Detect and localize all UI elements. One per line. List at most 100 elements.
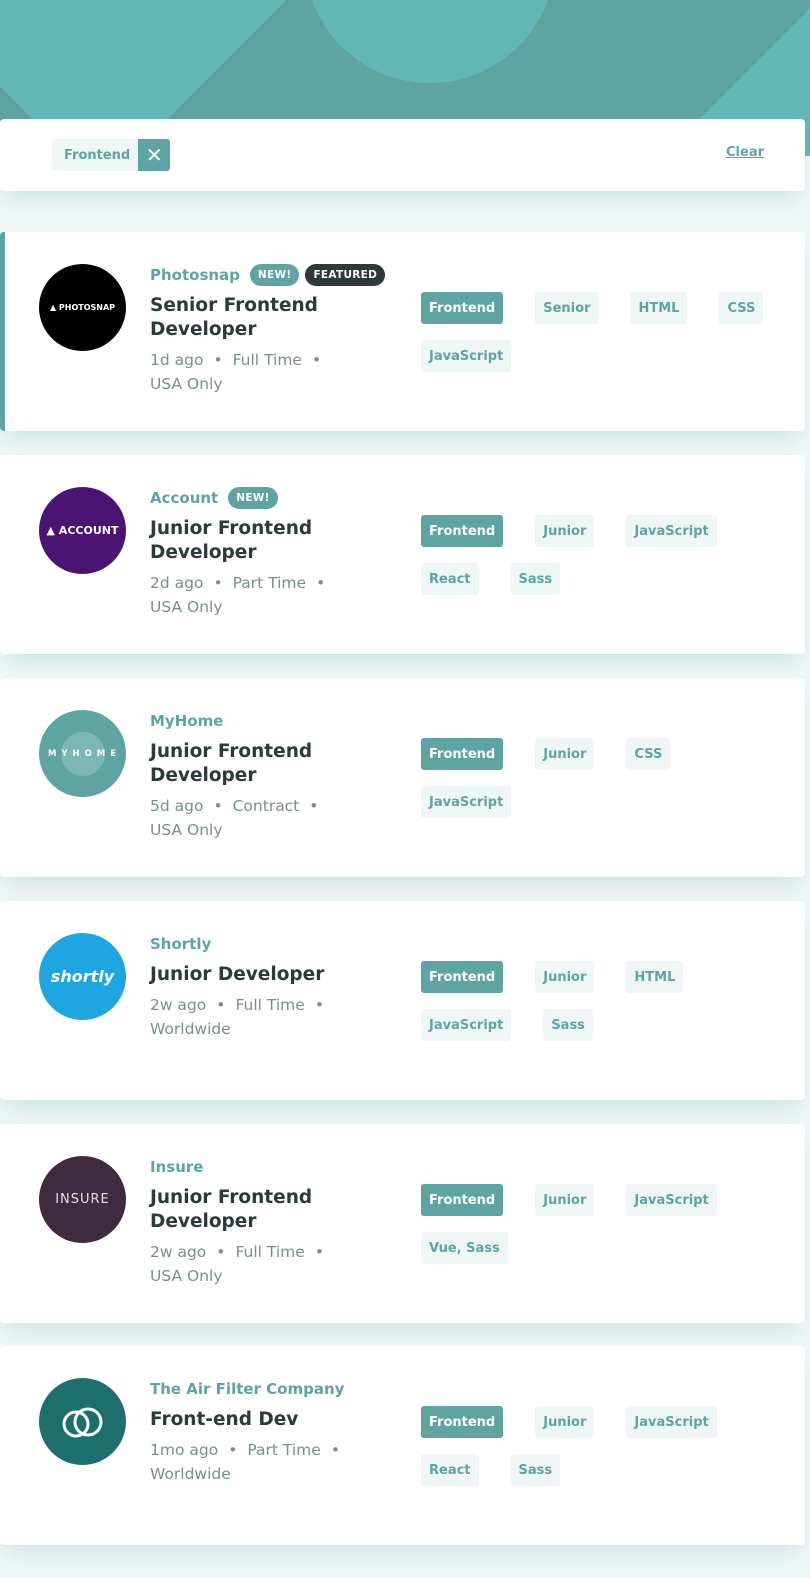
remove-filter-button[interactable]: ✕: [138, 139, 171, 171]
separator-dot: •: [316, 574, 326, 592]
tag-javascript[interactable]: JavaScript: [626, 1184, 717, 1216]
tag-sass[interactable]: Sass: [510, 563, 561, 595]
company-row: Shortly: [150, 933, 400, 955]
job-location: USA Only: [150, 1267, 223, 1285]
job-location: USA Only: [150, 821, 223, 839]
company-row: MyHome: [150, 710, 400, 732]
job-meta: 2d ago • Part Time • USA Only: [150, 571, 350, 619]
separator-dot: •: [216, 996, 226, 1014]
tag-senior[interactable]: Senior: [535, 292, 599, 324]
job-info: The Air Filter Company Front-end Dev 1mo a…: [150, 1378, 400, 1486]
tag-sass[interactable]: Sass: [543, 1009, 593, 1041]
tag-frontend[interactable]: Frontend: [421, 1406, 504, 1438]
tag-junior[interactable]: Junior: [535, 515, 595, 547]
tag-css[interactable]: CSS: [719, 292, 764, 324]
job-info: MyHome Junior Frontend Developer 5d ago • Co…: [150, 710, 400, 842]
job-location: Worldwide: [150, 1020, 231, 1038]
logo-text: ▲ ACCOUNT: [46, 524, 119, 537]
tag-html[interactable]: HTML: [626, 961, 684, 993]
company-logo: ▲ ACCOUNT: [39, 487, 126, 574]
posted-at: 2w ago: [150, 1243, 207, 1261]
company-name: Insure: [150, 1158, 204, 1176]
job-info: Account NEW! Junior Frontend Developer 2d a…: [150, 487, 400, 619]
job-meta: 2w ago • Full Time • USA Only: [150, 1240, 350, 1288]
job-card[interactable]: ▲ ACCOUNT Account NEW! Junior Frontend Deve…: [0, 455, 805, 654]
job-tags: Frontend Junior CSS JavaScript: [421, 738, 791, 818]
job-card[interactable]: M Y H O M E MyHome Junior Frontend Develop…: [0, 678, 805, 877]
tag-frontend[interactable]: Frontend: [421, 1184, 504, 1216]
new-badge: NEW!: [249, 264, 300, 286]
company-logo: [39, 1378, 126, 1465]
job-position[interactable]: Junior Frontend Developer: [150, 740, 350, 788]
separator-dot: •: [314, 1243, 324, 1261]
tag-javascript[interactable]: JavaScript: [421, 786, 512, 818]
job-card[interactable]: shortly Shortly Junior Developer 2w ago • Ful…: [0, 901, 805, 1100]
job-card[interactable]: ▲ PHOTOSNAP Photosnap NEW! FEATURED Senior F…: [0, 232, 805, 431]
tag-javascript[interactable]: JavaScript: [626, 515, 717, 547]
posted-at: 2d ago: [150, 574, 204, 592]
company-name: Shortly: [150, 935, 212, 953]
tag-junior[interactable]: Junior: [535, 738, 595, 770]
separator-dot: •: [309, 797, 319, 815]
job-info: Photosnap NEW! FEATURED Senior Frontend Dev…: [150, 264, 400, 396]
company-name: Photosnap: [150, 266, 240, 284]
tag-frontend[interactable]: Frontend: [421, 515, 504, 547]
separator-dot: •: [228, 1441, 238, 1459]
job-meta: 1d ago • Full Time • USA Only: [150, 348, 350, 396]
separator-dot: •: [330, 1441, 340, 1459]
tag-frontend[interactable]: Frontend: [421, 961, 504, 993]
tag-react[interactable]: React: [421, 1454, 479, 1486]
tag-junior[interactable]: Junior: [535, 1406, 595, 1438]
job-location: USA Only: [150, 598, 223, 616]
tag-html[interactable]: HTML: [630, 292, 688, 324]
job-tags: Frontend Senior HTML CSS JavaScript: [421, 292, 791, 372]
contract-type: Part Time: [232, 574, 307, 592]
tag-javascript[interactable]: JavaScript: [421, 1009, 512, 1041]
tag-frontend[interactable]: Frontend: [421, 738, 504, 770]
job-position[interactable]: Junior Developer: [150, 963, 350, 987]
job-position[interactable]: Senior Frontend Developer: [150, 294, 350, 342]
company-logo: M Y H O M E: [39, 710, 126, 797]
posted-at: 1d ago: [150, 351, 204, 369]
tag-javascript[interactable]: JavaScript: [626, 1406, 717, 1438]
separator-dot: •: [314, 996, 324, 1014]
company-row: Account NEW!: [150, 487, 400, 509]
logo-text: shortly: [50, 967, 115, 986]
contract-type: Part Time: [247, 1441, 321, 1459]
job-meta: 5d ago • Contract • USA Only: [150, 794, 350, 842]
separator-dot: •: [311, 351, 322, 369]
job-info: Insure Junior Frontend Developer 2w ago • Fu…: [150, 1156, 400, 1288]
separator-dot: •: [213, 574, 223, 592]
posted-at: 2w ago: [150, 996, 207, 1014]
company-row: Insure: [150, 1156, 400, 1178]
tag-react[interactable]: React: [421, 563, 479, 595]
job-position[interactable]: Front-end Dev: [150, 1408, 350, 1432]
tag-sass[interactable]: Sass: [510, 1454, 561, 1486]
logo-text: M Y H O M E: [47, 748, 117, 759]
job-position[interactable]: Junior Frontend Developer: [150, 517, 350, 565]
posted-at: 5d ago: [150, 797, 204, 815]
tag-junior[interactable]: Junior: [535, 1184, 595, 1216]
job-card[interactable]: The Air Filter Company Front-end Dev 1mo a…: [0, 1346, 805, 1545]
tag-css[interactable]: CSS: [626, 738, 671, 770]
job-tags: Frontend Junior JavaScript React Sass: [421, 1406, 791, 1486]
rings-icon: [62, 1407, 102, 1437]
job-card[interactable]: INSURE Insure Junior Frontend Developer 2w …: [0, 1124, 805, 1323]
featured-badge: FEATURED: [305, 264, 386, 286]
job-tags: Frontend Junior HTML JavaScript Sass: [421, 961, 791, 1041]
company-row: Photosnap NEW! FEATURED: [150, 264, 400, 286]
tag-junior[interactable]: Junior: [535, 961, 595, 993]
tag-frontend[interactable]: Frontend: [421, 292, 504, 324]
filter-chip-label: Frontend: [52, 139, 139, 171]
job-location: Worldwide: [150, 1465, 231, 1483]
job-info: Shortly Junior Developer 2w ago • Full Time •…: [150, 933, 400, 1041]
new-badge: NEW!: [228, 487, 278, 509]
filter-bar: Frontend ✕ Clear: [0, 119, 805, 191]
job-position[interactable]: Junior Frontend Developer: [150, 1186, 350, 1234]
tag-vue-sass[interactable]: Vue, Sass: [421, 1232, 508, 1264]
clear-filters-link[interactable]: Clear: [726, 145, 764, 160]
tag-javascript[interactable]: JavaScript: [421, 340, 512, 372]
contract-type: Contract: [232, 797, 300, 815]
contract-type: Full Time: [232, 351, 302, 369]
logo-text: INSURE: [55, 1192, 110, 1207]
